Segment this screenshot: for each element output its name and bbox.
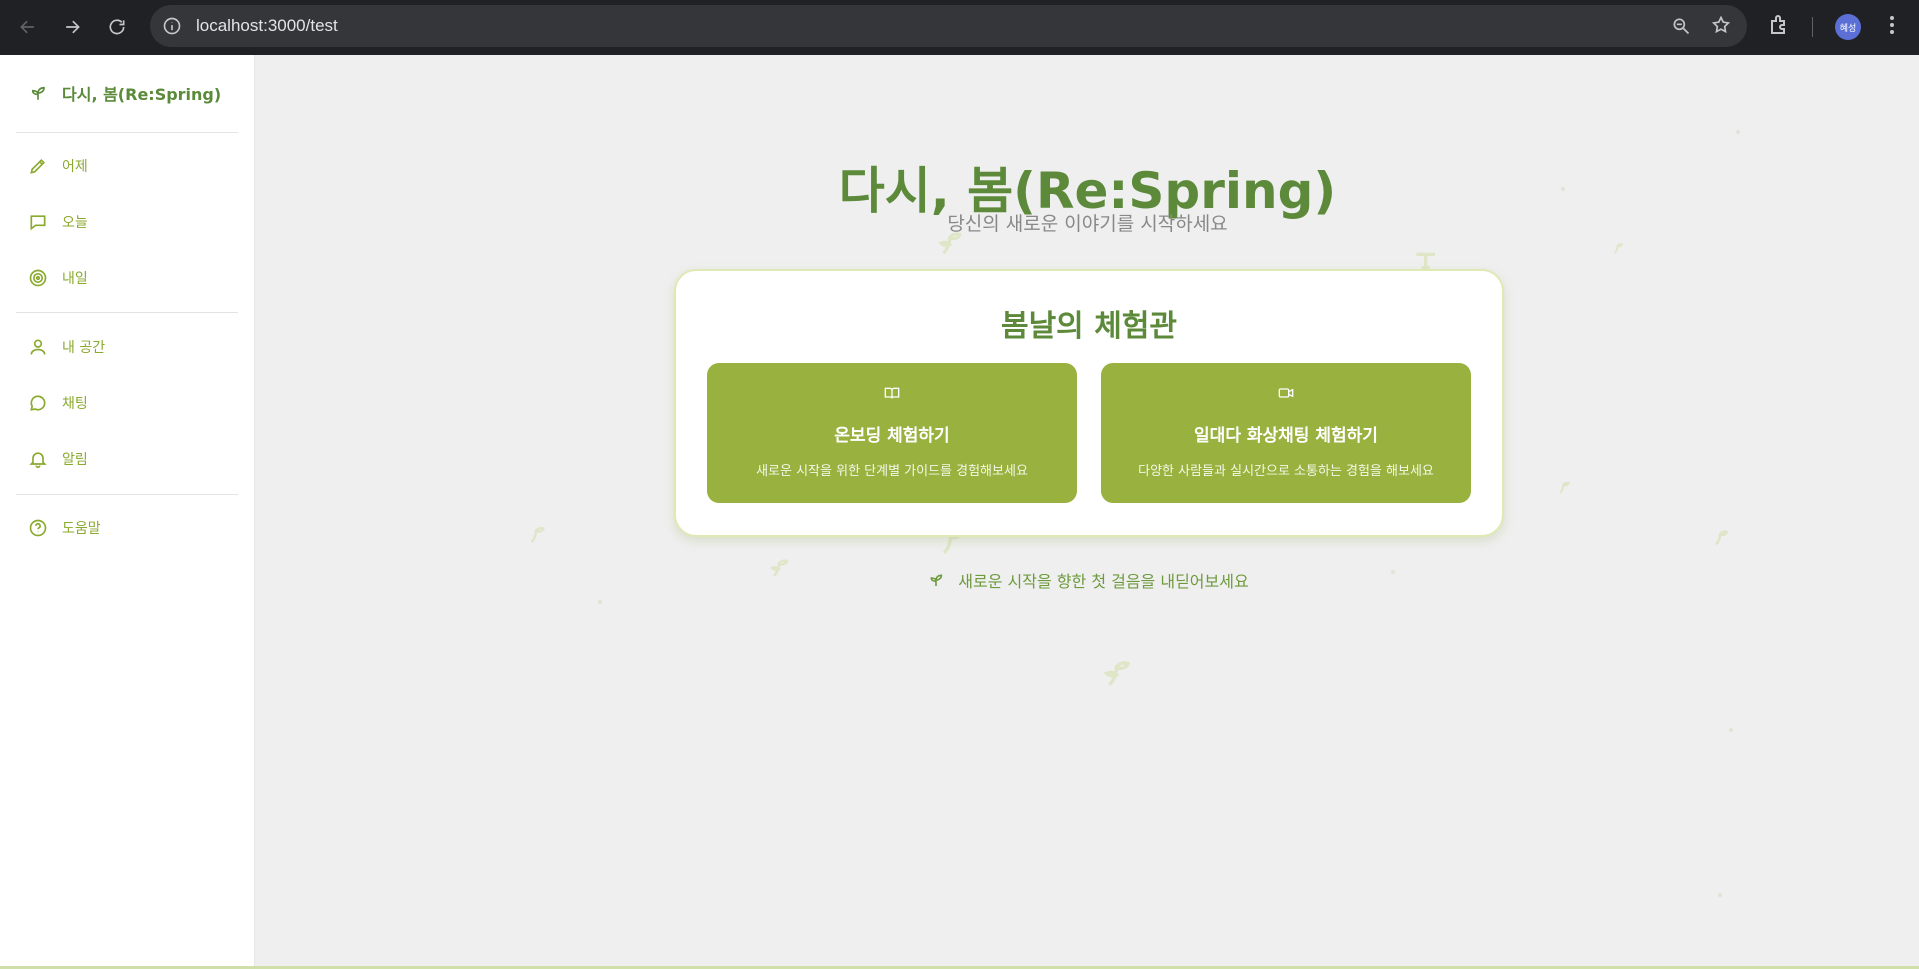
main-content: 다시, 봄(Re:Spring) 당신의 새로운 이야기를 시작하세요 봄날의 … [256,55,1919,966]
sidebar-item-label: 어제 [62,159,88,175]
sidebar-item-label: 내일 [62,271,88,287]
sprout-decoration-icon [1556,479,1572,499]
sidebar-divider [16,132,238,133]
reload-icon[interactable] [103,13,131,41]
sidebar-item-help[interactable]: 도움말 [28,518,101,538]
sprout-icon [28,83,48,103]
sprout-decoration-icon [1101,655,1135,693]
sidebar-divider [16,494,238,495]
decoration-dot [1736,130,1740,134]
sidebar-item-label: 내 공간 [62,340,106,356]
brand[interactable]: 다시, 봄(Re:Spring) [28,81,221,105]
decoration-dot [1718,893,1722,897]
card-title: 봄날의 체험관 [1000,309,1178,344]
sidebar-item-label: 채팅 [62,396,88,412]
sidebar: 다시, 봄(Re:Spring) 어제 오늘 내일 내 공간 채팅 알림 도움말 [0,55,255,969]
action-description: 새로운 시작을 위한 단계별 가이드를 경험해보세요 [756,464,1028,479]
video-chat-experience-button[interactable]: 일대다 화상채팅 체험하기 다양한 사람들과 실시간으로 소통하는 경험을 해보… [1101,363,1471,503]
decoration-dot [1729,728,1733,732]
back-icon[interactable] [14,13,42,41]
footer-text: 새로운 시작을 향한 첫 걸음을 내딛어보세요 [958,572,1249,591]
sidebar-item-chat[interactable]: 채팅 [28,393,88,413]
toolbar-separator [1812,17,1813,37]
sprout-decoration-icon [1611,240,1625,259]
sidebar-item-today[interactable]: 오늘 [28,212,88,232]
sidebar-item-label: 알림 [62,452,88,468]
bell-icon [28,449,48,469]
sidebar-item-notifications[interactable]: 알림 [28,449,88,469]
zoom-icon[interactable] [1671,16,1691,40]
brand-name: 다시, 봄(Re:Spring) [62,85,222,104]
message-square-icon [28,212,48,232]
action-description: 다양한 사람들과 실시간으로 소통하는 경험을 해보세요 [1138,464,1434,479]
user-icon [28,337,48,357]
sidebar-item-tomorrow[interactable]: 내일 [28,268,88,288]
sprout-icon [926,570,946,590]
sprout-decoration-icon [1711,527,1731,551]
target-icon [28,268,48,288]
pencil-icon [28,156,48,176]
book-open-icon [707,385,1077,401]
url-text[interactable]: localhost:3000/test [196,16,338,36]
decoration-dot [598,600,602,604]
onboarding-experience-button[interactable]: 온보딩 체험하기 새로운 시작을 위한 단계별 가이드를 경험해보세요 [707,363,1077,503]
sidebar-item-my-space[interactable]: 내 공간 [28,337,105,357]
kebab-menu-icon[interactable] [1882,13,1902,41]
sidebar-item-label: 도움말 [62,521,101,537]
experience-card: 봄날의 체험관 온보딩 체험하기 새로운 시작을 위한 단계별 가이드를 경험해… [674,269,1504,537]
chat-bubble-icon [28,393,48,413]
page-subtitle: 당신의 새로운 이야기를 시작하세요 [947,213,1228,235]
video-icon [1101,385,1471,401]
action-title: 일대다 화상채팅 체험하기 [1194,426,1378,446]
help-circle-icon [28,518,48,538]
sidebar-item-label: 오늘 [62,215,88,231]
address-bar[interactable]: localhost:3000/test [150,5,1747,47]
footer-note: 새로운 시작을 향한 첫 걸음을 내딛어보세요 [256,568,1919,592]
forward-icon[interactable] [58,13,86,41]
sidebar-item-yesterday[interactable]: 어제 [28,156,88,176]
site-info-icon[interactable] [162,16,182,36]
bookmark-star-icon[interactable] [1711,15,1731,39]
extensions-icon[interactable] [1768,13,1792,41]
sprout-decoration-icon [526,523,548,549]
profile-avatar[interactable]: 혜성 [1835,14,1861,40]
browser-toolbar: localhost:3000/test 혜성 [0,0,1919,55]
action-title: 온보딩 체험하기 [834,426,950,446]
sidebar-divider [16,312,238,313]
